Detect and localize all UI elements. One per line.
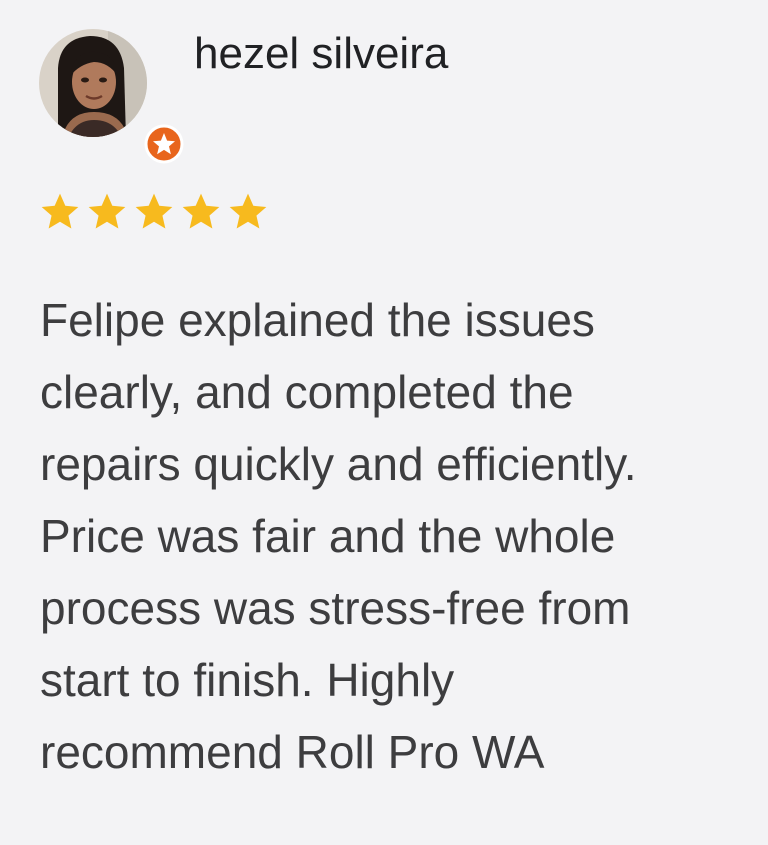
review-line: Price was fair and the whole <box>40 510 616 562</box>
star-icon <box>41 193 79 229</box>
review-line: start to finish. Highly <box>40 654 455 706</box>
star-icon <box>88 193 126 229</box>
review-card: hezel silveira Felipe explained the issu… <box>0 0 768 845</box>
reviewer-avatar[interactable] <box>38 28 184 164</box>
star-icon <box>229 193 267 229</box>
review-line: clearly, and completed the <box>40 366 574 418</box>
local-guide-badge-icon <box>144 124 184 164</box>
reviewer-name[interactable]: hezel silveira <box>194 26 448 82</box>
star-rating <box>38 190 270 234</box>
review-line: repairs quickly and efficiently. <box>40 438 637 490</box>
star-icon <box>135 193 173 229</box>
review-body: Felipe explained the issues clearly, and … <box>40 284 758 788</box>
star-icon <box>182 193 220 229</box>
review-line: process was stress-free from <box>40 582 631 634</box>
review-line: recommend Roll Pro WA <box>40 726 545 778</box>
review-line: Felipe explained the issues <box>40 294 595 346</box>
